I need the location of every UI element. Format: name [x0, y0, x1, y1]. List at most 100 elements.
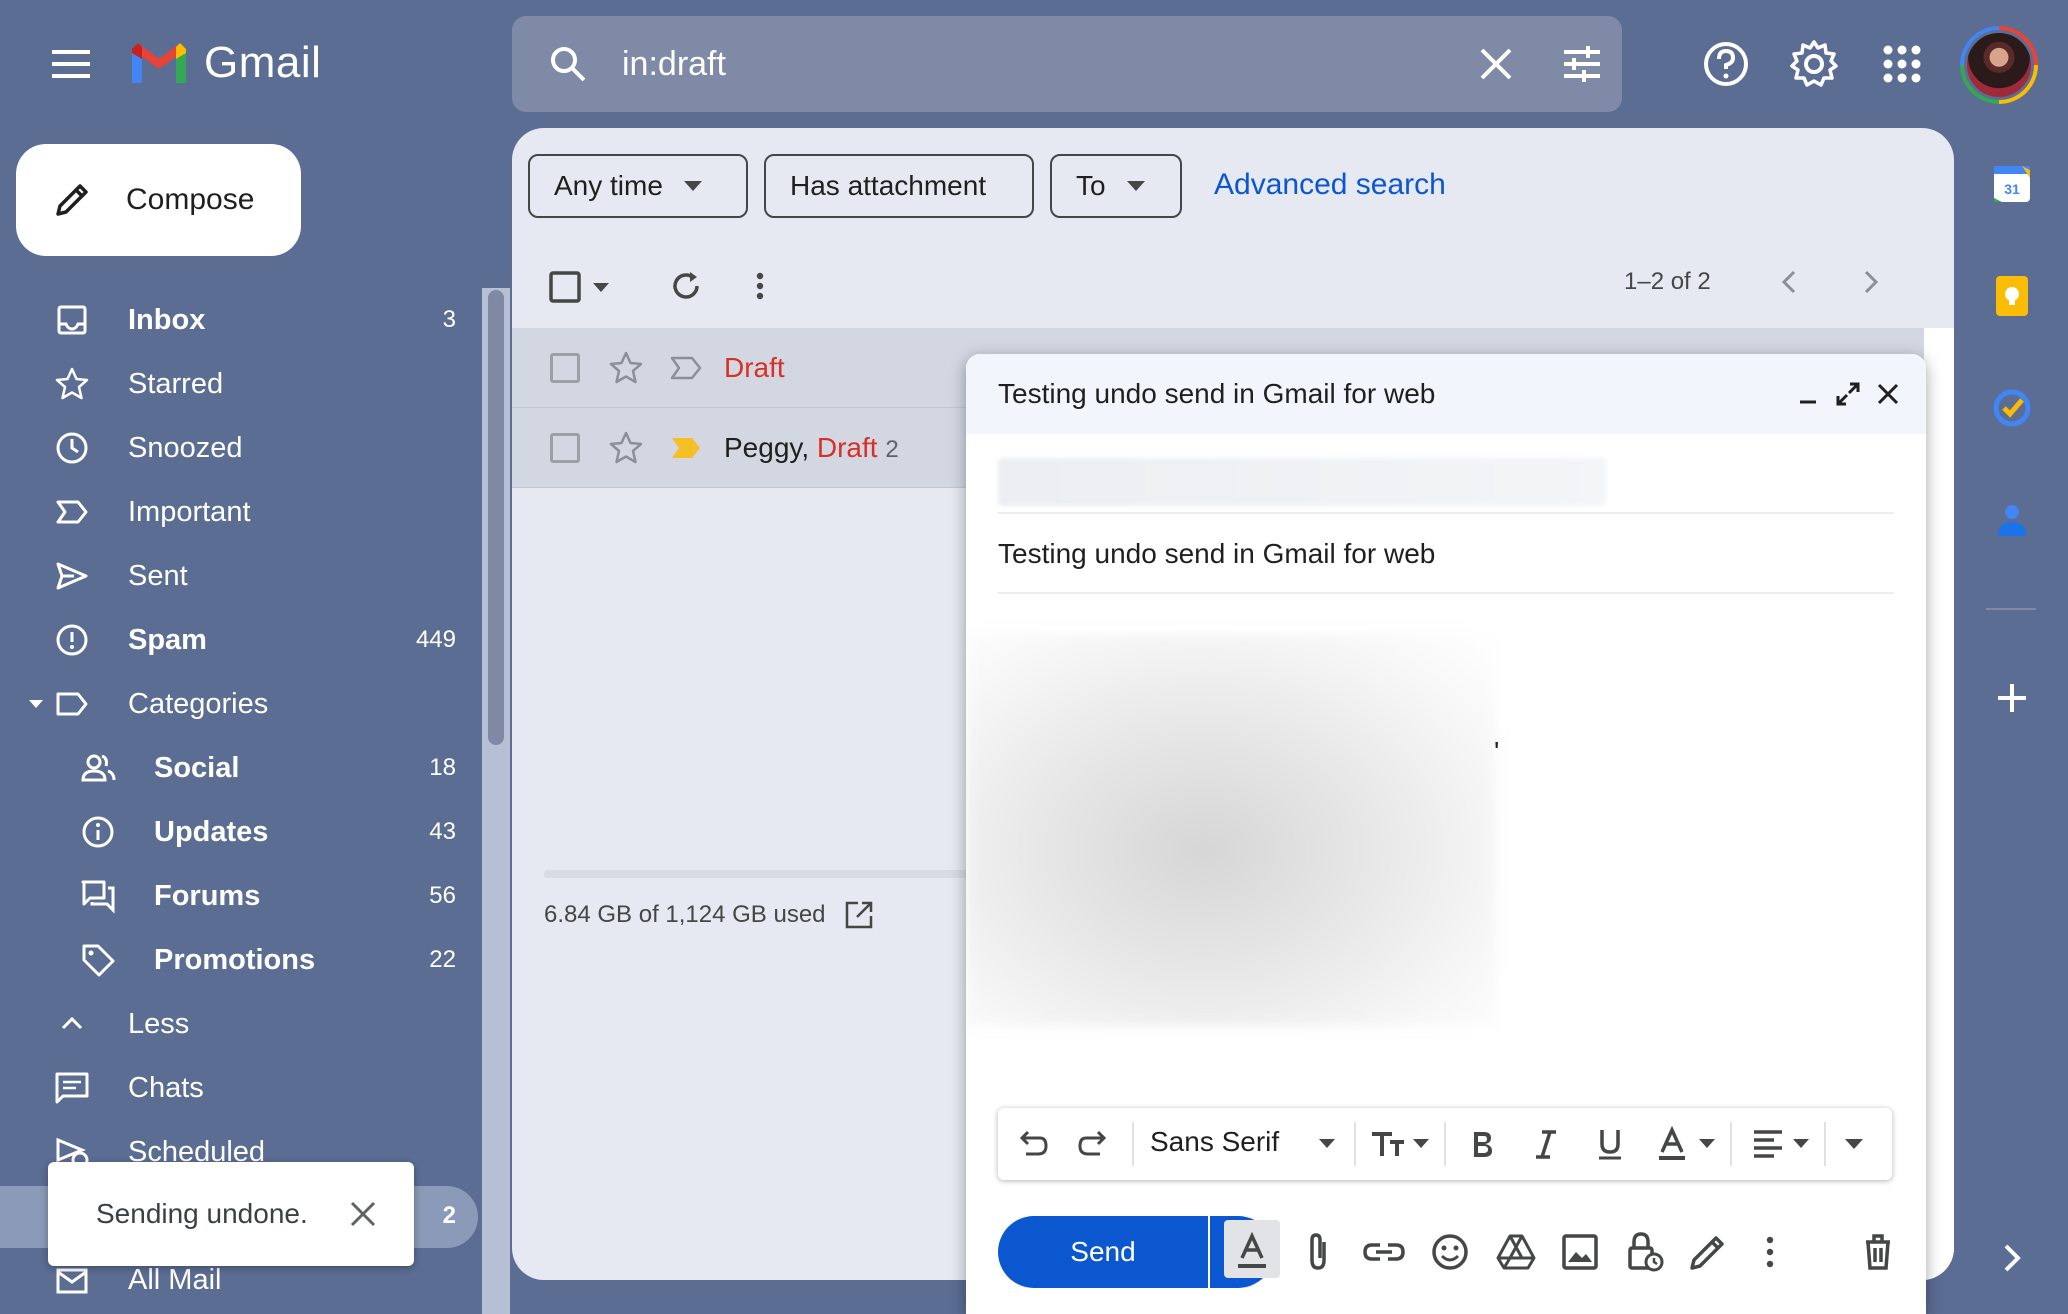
nav-item-social[interactable]: Social 18 [0, 738, 480, 798]
search-options-icon[interactable] [1562, 44, 1602, 84]
signature-pen-icon[interactable] [1684, 1228, 1732, 1276]
more-vert-icon[interactable] [752, 268, 768, 304]
row-checkbox[interactable] [550, 432, 580, 463]
account-avatar[interactable] [1960, 26, 2038, 104]
nav-item-chats[interactable]: Chats [0, 1058, 480, 1118]
select-all-checkbox[interactable] [548, 270, 582, 304]
caret-down-icon[interactable] [1412, 1138, 1430, 1150]
insert-photo-icon[interactable] [1556, 1228, 1604, 1276]
attach-icon[interactable] [1294, 1228, 1342, 1276]
settings-gear-icon[interactable] [1788, 38, 1840, 90]
discard-trash-icon[interactable] [1854, 1228, 1902, 1276]
recipients-field[interactable] [998, 458, 1606, 506]
calendar-icon[interactable]: 31 [1988, 160, 2036, 208]
message-body-blurred[interactable] [966, 634, 1496, 1026]
text-color-icon[interactable] [1654, 1126, 1690, 1162]
close-icon[interactable] [1874, 380, 1902, 408]
nav-item-updates[interactable]: Updates 43 [0, 802, 480, 862]
formatting-options-icon[interactable] [1228, 1228, 1276, 1276]
font-family-selector[interactable]: Sans Serif [1150, 1126, 1279, 1158]
align-icon[interactable] [1750, 1126, 1786, 1162]
nav-item-inbox[interactable]: Inbox 3 [0, 290, 480, 350]
redo-icon[interactable] [1076, 1126, 1112, 1162]
help-icon[interactable] [1700, 38, 1752, 90]
nav-item-important[interactable]: Important [0, 482, 480, 542]
filter-to[interactable]: To [1050, 154, 1182, 218]
caret-down-icon[interactable] [1698, 1138, 1716, 1150]
chevron-left-icon[interactable] [1778, 268, 1802, 296]
nav-label: All Mail [128, 1263, 222, 1296]
minimize-icon[interactable] [1794, 380, 1822, 408]
google-apps-icon[interactable] [1876, 38, 1928, 90]
compose-title: Testing undo send in Gmail for web [998, 378, 1436, 409]
compose-button[interactable]: Compose [16, 144, 301, 256]
storage-info: 6.84 GB of 1,124 GB used [544, 900, 874, 930]
link-icon[interactable] [1360, 1228, 1408, 1276]
caret-down-icon[interactable] [28, 698, 44, 710]
undo-icon[interactable] [1014, 1126, 1050, 1162]
nav-item-sent[interactable]: Sent [0, 546, 480, 606]
italic-icon[interactable] [1528, 1126, 1564, 1162]
nav-item-forums[interactable]: Forums 56 [0, 866, 480, 926]
nav-item-less[interactable]: Less [0, 994, 480, 1054]
clock-icon [56, 432, 88, 464]
gmail-logo[interactable]: Gmail [128, 38, 321, 88]
nav-item-starred[interactable]: Starred [0, 354, 480, 414]
send-button[interactable]: Send [998, 1216, 1208, 1288]
all-mail-icon [56, 1268, 88, 1294]
advanced-search-link[interactable]: Advanced search [1214, 168, 1446, 202]
add-addon-icon[interactable] [1988, 674, 2036, 722]
nav-item-categories[interactable]: Categories [0, 674, 480, 734]
select-dropdown-caret-icon[interactable] [592, 282, 610, 294]
nav-label: Snoozed [128, 431, 243, 464]
star-icon[interactable] [608, 430, 644, 466]
confidential-mode-icon[interactable] [1620, 1228, 1668, 1276]
compose-header[interactable]: Testing undo send in Gmail for web [966, 354, 1926, 434]
search-input[interactable] [622, 34, 1442, 94]
important-marker-icon[interactable] [668, 430, 704, 466]
fullscreen-icon[interactable] [1834, 380, 1862, 408]
main-menu-button[interactable] [46, 44, 98, 84]
caret-down-icon[interactable] [1318, 1138, 1336, 1150]
nav-item-promotions[interactable]: Promotions 22 [0, 930, 480, 990]
tasks-icon[interactable] [1988, 384, 2036, 432]
nav-scrollbar-thumb[interactable] [488, 290, 504, 745]
more-options-icon[interactable] [1746, 1228, 1794, 1276]
font-size-icon[interactable] [1370, 1126, 1410, 1162]
contacts-icon[interactable] [1988, 496, 2036, 544]
clear-search-icon[interactable] [1478, 46, 1514, 82]
nav-item-spam[interactable]: Spam 449 [0, 610, 480, 670]
important-marker-icon[interactable] [668, 350, 704, 386]
refresh-icon[interactable] [668, 268, 704, 304]
subject-field[interactable]: Testing undo send in Gmail for web [998, 538, 1435, 570]
caret-down-icon[interactable] [1792, 1138, 1810, 1150]
storage-divider [544, 870, 984, 878]
bold-icon[interactable] [1464, 1126, 1500, 1162]
expand-panel-chevron-icon[interactable] [1988, 1234, 2036, 1282]
toolbar-separator [1444, 1122, 1446, 1166]
close-icon[interactable] [348, 1199, 378, 1229]
star-icon[interactable] [608, 350, 644, 386]
chip-label: Any time [554, 170, 663, 201]
open-external-icon[interactable] [844, 900, 874, 930]
nav-label: Spam [128, 623, 207, 656]
emoji-icon[interactable] [1426, 1228, 1474, 1276]
underline-icon[interactable] [1592, 1126, 1628, 1162]
nav-label: Promotions [154, 943, 316, 976]
nav-label: Less [128, 1007, 190, 1040]
filter-any-time[interactable]: Any time [528, 154, 748, 218]
search-icon[interactable] [548, 44, 588, 84]
more-formatting-icon[interactable] [1844, 1138, 1864, 1150]
nav-item-snoozed[interactable]: Snoozed [0, 418, 480, 478]
unread-count: 18 [429, 754, 456, 781]
search-bar[interactable] [512, 16, 1622, 112]
field-divider [998, 592, 1894, 594]
drive-icon[interactable] [1492, 1228, 1540, 1276]
chevron-right-icon[interactable] [1858, 268, 1882, 296]
chip-label: To [1076, 170, 1106, 201]
body-text-fragment: ' [1494, 736, 1500, 767]
list-scrollbar[interactable] [1924, 328, 1954, 1280]
keep-icon[interactable] [1988, 272, 2036, 320]
row-checkbox[interactable] [550, 352, 580, 383]
filter-has-attachment[interactable]: Has attachment [764, 154, 1034, 218]
